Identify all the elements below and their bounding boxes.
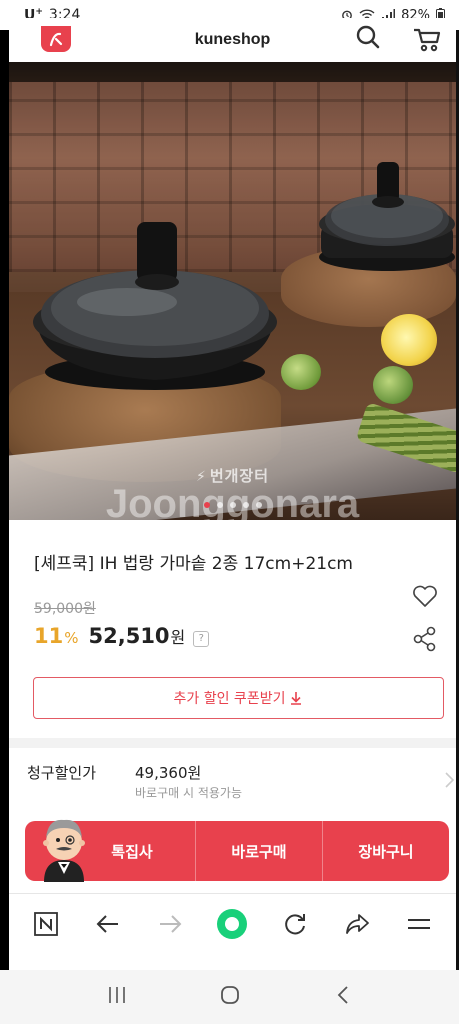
app-header: kuneshop <box>9 18 456 62</box>
carousel-dot[interactable] <box>229 502 236 508</box>
forward-arrow-icon <box>160 914 182 933</box>
browser-menu-button[interactable] <box>402 907 436 941</box>
billing-discount-note: 바로구매 시 적용가능 <box>135 786 242 800</box>
add-to-cart-label: 장바구니 <box>358 842 414 861</box>
browser-share-button[interactable] <box>340 907 374 941</box>
section-divider <box>9 738 456 748</box>
refresh-icon <box>284 913 305 934</box>
search-icon <box>356 25 380 49</box>
discount-rate: 11 <box>34 624 64 648</box>
chevron-right-icon <box>445 772 455 788</box>
home-button[interactable] <box>219 984 241 1010</box>
product-title: [셰프쿡] IH 법랑 가마솥 2종 17cm+21cm <box>34 554 353 574</box>
sprout-image <box>373 366 413 404</box>
buy-now-label: 바로구매 <box>231 842 287 861</box>
carousel-dot-active[interactable] <box>203 502 210 508</box>
logo-mark-icon <box>49 32 63 47</box>
share-arrow-icon <box>345 913 369 934</box>
cart-icon <box>414 28 441 52</box>
currency-unit: 원 <box>170 628 186 647</box>
billing-discount-price: 49,360원 <box>135 764 202 782</box>
browser-forward-button[interactable] <box>153 907 187 941</box>
carousel-dot[interactable] <box>242 502 249 508</box>
back-arrow-icon <box>96 914 119 933</box>
browser-toolbar <box>9 893 456 953</box>
discount-unit: % <box>64 629 79 647</box>
buy-now-button[interactable]: 바로구매 <box>196 821 323 881</box>
carousel-dots <box>9 502 456 508</box>
wishlist-button[interactable] <box>411 582 439 610</box>
download-arrow-icon <box>291 692 302 705</box>
sprout-image <box>281 354 321 390</box>
screen-edge-left <box>0 30 9 970</box>
share-button[interactable] <box>411 625 439 653</box>
pot-small-image <box>319 162 455 271</box>
watermark-text: Joonggonara <box>105 482 360 520</box>
cart-button[interactable] <box>412 24 442 54</box>
carousel-dot[interactable] <box>255 502 262 508</box>
sale-price: 52,510 <box>88 624 170 648</box>
browser-home-button[interactable] <box>215 907 249 941</box>
home-icon <box>221 986 240 1004</box>
browser-refresh-button[interactable] <box>278 907 312 941</box>
pot-large-image <box>33 222 277 390</box>
back-chevron-icon <box>337 986 348 1004</box>
coupon-download-button[interactable]: 추가 할인 쿠폰받기 <box>33 677 444 719</box>
naver-home-button[interactable] <box>29 907 63 941</box>
recent-apps-button[interactable] <box>106 985 128 1009</box>
system-back-button[interactable] <box>333 984 353 1010</box>
heart-icon <box>413 585 437 607</box>
billing-detail-button[interactable] <box>442 770 456 790</box>
search-button[interactable] <box>354 24 382 52</box>
price-help-icon[interactable]: ? <box>193 630 210 647</box>
coupon-label: 추가 할인 쿠폰받기 <box>173 691 286 707</box>
lemon-image <box>381 314 437 366</box>
carousel-dot[interactable] <box>216 502 223 508</box>
mascot-butler-icon <box>43 819 85 882</box>
shop-logo[interactable] <box>41 26 71 52</box>
special-agent-label: 톡집사 <box>111 842 153 861</box>
billing-discount-label: 청구할인가 <box>27 764 97 782</box>
product-image[interactable]: ⚡ 번개장터 Joonggonara <box>9 62 456 520</box>
shop-title: kuneshop <box>194 31 271 48</box>
share-icon <box>413 626 436 652</box>
system-navigation-bar <box>0 970 459 1024</box>
price-row: 11 % 52,510 원 ? <box>34 624 210 649</box>
menu-icon <box>407 918 430 929</box>
naver-n-icon <box>34 911 58 936</box>
green-circle-icon <box>217 908 248 939</box>
recent-apps-icon <box>109 987 125 1003</box>
original-price: 59,000원 <box>34 601 96 617</box>
browser-back-button[interactable] <box>91 907 125 941</box>
add-to-cart-button[interactable]: 장바구니 <box>323 821 449 881</box>
